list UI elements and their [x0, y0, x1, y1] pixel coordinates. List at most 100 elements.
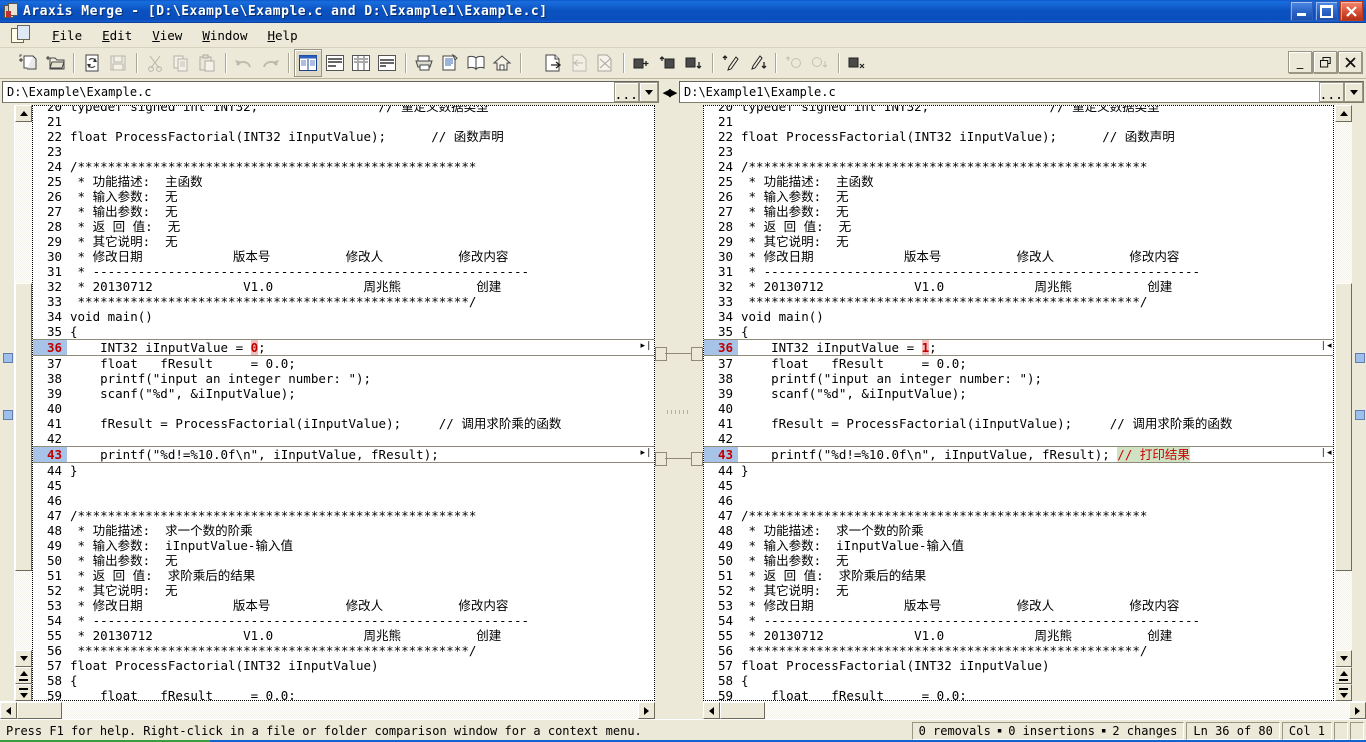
line-source[interactable]: {: [738, 673, 1333, 688]
menu-view[interactable]: View: [142, 25, 192, 46]
left-prev-change-button[interactable]: [15, 667, 32, 684]
code-line[interactable]: 40: [33, 401, 654, 416]
left-hscroll-right-button[interactable]: [638, 702, 655, 719]
code-line[interactable]: 47 /*************************************…: [704, 508, 1333, 523]
line-source[interactable]: printf("%d!=%10.0f\n", iInputValue, fRes…: [738, 447, 1333, 462]
code-line[interactable]: 50 * 输出参数: 无: [33, 553, 654, 568]
code-line-changed[interactable]: 43 printf("%d!=%10.0f\n", iInputValue, f…: [704, 446, 1333, 463]
overview-change-marker[interactable]: [1355, 353, 1365, 363]
mdi-restore-button[interactable]: [1313, 51, 1337, 73]
code-line[interactable]: 25 * 功能描述: 主函数: [33, 174, 654, 189]
line-source[interactable]: * 20130712 V1.0 周兆熊 创建: [738, 628, 1333, 643]
line-source[interactable]: float fResult = 0.0;: [738, 356, 1333, 371]
right-hscroll-left-button[interactable]: [703, 702, 720, 719]
code-line[interactable]: 23: [33, 144, 654, 159]
code-line[interactable]: 24 /*************************************…: [33, 159, 654, 174]
line-source[interactable]: * 其它说明: 无: [738, 583, 1333, 598]
copy-left-box[interactable]: [655, 347, 667, 361]
line-source[interactable]: float fResult = 0.0;: [67, 356, 654, 371]
right-vertical-scrollbar[interactable]: [1334, 105, 1352, 701]
line-source[interactable]: /***************************************…: [738, 159, 1333, 174]
code-line[interactable]: 27 * 输出参数: 无: [33, 204, 654, 219]
right-hscroll-right-button[interactable]: [1349, 702, 1366, 719]
mdi-minimize-button[interactable]: _: [1288, 51, 1312, 73]
line-source[interactable]: * 返 回 值: 求阶乘后的结果: [67, 568, 654, 583]
line-source[interactable]: * 其它说明: 无: [738, 234, 1333, 249]
code-line[interactable]: 39 scanf("%d", &iInputValue);: [33, 386, 654, 401]
change-direction-marker[interactable]: ▸❘: [640, 448, 652, 459]
code-line[interactable]: 22 float ProcessFactorial(INT32 iInputVal…: [33, 129, 654, 144]
copy-right-box[interactable]: [691, 452, 703, 466]
code-line[interactable]: 49 * 输入参数: iInputValue-输入值: [33, 538, 654, 553]
new-file-comparison-icon[interactable]: [16, 50, 42, 76]
code-line[interactable]: 38 printf("input an integer number: ");: [704, 371, 1333, 386]
line-source[interactable]: * 输出参数: 无: [67, 204, 654, 219]
line-source[interactable]: fResult = ProcessFactorial(iInputValue);…: [738, 416, 1333, 431]
code-line[interactable]: 55 * 20130712 V1.0 周兆熊 创建: [33, 628, 654, 643]
right-browse-button[interactable]: ...: [1318, 82, 1344, 102]
left-scroll-thumb[interactable]: [15, 283, 32, 571]
code-line[interactable]: 41 fResult = ProcessFactorial(iInputValu…: [704, 416, 1333, 431]
left-overview-strip[interactable]: [0, 105, 14, 701]
code-line[interactable]: 44}: [704, 463, 1333, 478]
code-line[interactable]: 21: [704, 114, 1333, 129]
code-line[interactable]: 32 * 20130712 V1.0 周兆熊 创建: [33, 279, 654, 294]
code-line[interactable]: 51 * 返 回 值: 求阶乘后的结果: [33, 568, 654, 583]
change-direction-marker[interactable]: ▸❘: [640, 341, 652, 352]
line-source[interactable]: * 返 回 值: 无: [738, 219, 1333, 234]
line-source[interactable]: * 其它说明: 无: [67, 583, 654, 598]
previous-change-icon[interactable]: [655, 50, 681, 76]
code-line[interactable]: 31 * -----------------------------------…: [704, 264, 1333, 279]
code-line[interactable]: 59 float fResult = 0.0;: [33, 688, 654, 700]
code-line[interactable]: 30 * 修改日期 版本号 修改人 修改内容: [704, 249, 1333, 264]
left-next-change-button[interactable]: [15, 684, 32, 701]
code-line[interactable]: 46: [33, 493, 654, 508]
line-source[interactable]: INT32 iInputValue = 0;: [67, 340, 654, 355]
line-source[interactable]: * 功能描述: 求一个数的阶乘: [67, 523, 654, 538]
right-path-text[interactable]: D:\Example1\Example.c: [680, 85, 1319, 99]
right-scroll-up-button[interactable]: [1335, 105, 1352, 122]
code-line[interactable]: 58 {: [704, 673, 1333, 688]
code-line[interactable]: 20 typedef signed int INT32; // 重定义数据类型: [704, 106, 1333, 114]
line-source[interactable]: * 输入参数: iInputValue-输入值: [738, 538, 1333, 553]
menu-file[interactable]: FFileile: [42, 25, 92, 46]
two-pane-view-icon[interactable]: [294, 49, 322, 77]
right-horizontal-scrollbar[interactable]: [703, 701, 1366, 719]
right-code-lines[interactable]: 20 typedef signed int INT32; // 重定义数据类型 21…: [704, 106, 1333, 700]
line-source[interactable]: fResult = ProcessFactorial(iInputValue);…: [67, 416, 654, 431]
line-source[interactable]: float ProcessFactorial(INT32 iInputValue…: [738, 129, 1333, 144]
line-source[interactable]: float fResult = 0.0;: [67, 688, 654, 700]
code-line[interactable]: 51 * 返 回 值: 求阶乘后的结果: [704, 568, 1333, 583]
code-line[interactable]: 39 scanf("%d", &iInputValue);: [704, 386, 1333, 401]
line-source[interactable]: typedef signed int INT32; // 重定义数据类型: [67, 106, 654, 114]
line-source[interactable]: INT32 iInputValue = 1;: [738, 340, 1333, 355]
line-source[interactable]: * 功能描述: 求一个数的阶乘: [738, 523, 1333, 538]
line-source[interactable]: * 输出参数: 无: [738, 204, 1333, 219]
code-line[interactable]: 23: [704, 144, 1333, 159]
code-line[interactable]: 26 * 输入参数: 无: [33, 189, 654, 204]
right-next-change-button[interactable]: [1335, 684, 1352, 701]
right-scroll-thumb[interactable]: [1335, 283, 1352, 571]
code-line[interactable]: 37 float fResult = 0.0;: [33, 356, 654, 371]
code-line[interactable]: 45: [704, 478, 1333, 493]
line-source[interactable]: * 返 回 值: 求阶乘后的结果: [738, 568, 1333, 583]
minimize-button[interactable]: [1290, 1, 1313, 21]
clear-change-icon[interactable]: [844, 50, 870, 76]
left-browse-button[interactable]: ...: [613, 82, 639, 102]
right-path-box[interactable]: D:\Example1\Example.c ...: [679, 81, 1364, 103]
code-line[interactable]: 57 float ProcessFactorial(INT32 iInputVal…: [33, 658, 654, 673]
code-line[interactable]: 42: [33, 431, 654, 446]
code-line[interactable]: 54 * -----------------------------------…: [33, 613, 654, 628]
left-vertical-scrollbar[interactable]: [14, 105, 32, 701]
right-code-view[interactable]: 20 typedef signed int INT32; // 重定义数据类型 21…: [703, 105, 1334, 701]
line-source[interactable]: void main(): [67, 309, 654, 324]
line-source[interactable]: {: [67, 673, 654, 688]
code-line[interactable]: 33 *************************************…: [704, 294, 1333, 309]
right-path-dropdown[interactable]: [1344, 82, 1363, 102]
line-source[interactable]: * 20130712 V1.0 周兆熊 创建: [67, 279, 654, 294]
code-line[interactable]: 30 * 修改日期 版本号 修改人 修改内容: [33, 249, 654, 264]
left-scroll-down-button[interactable]: [15, 650, 32, 667]
code-line-changed[interactable]: 36 INT32 iInputValue = 1; ❘◂: [704, 339, 1333, 356]
line-source[interactable]: ****************************************…: [67, 294, 654, 309]
line-source[interactable]: * 修改日期 版本号 修改人 修改内容: [738, 249, 1333, 264]
